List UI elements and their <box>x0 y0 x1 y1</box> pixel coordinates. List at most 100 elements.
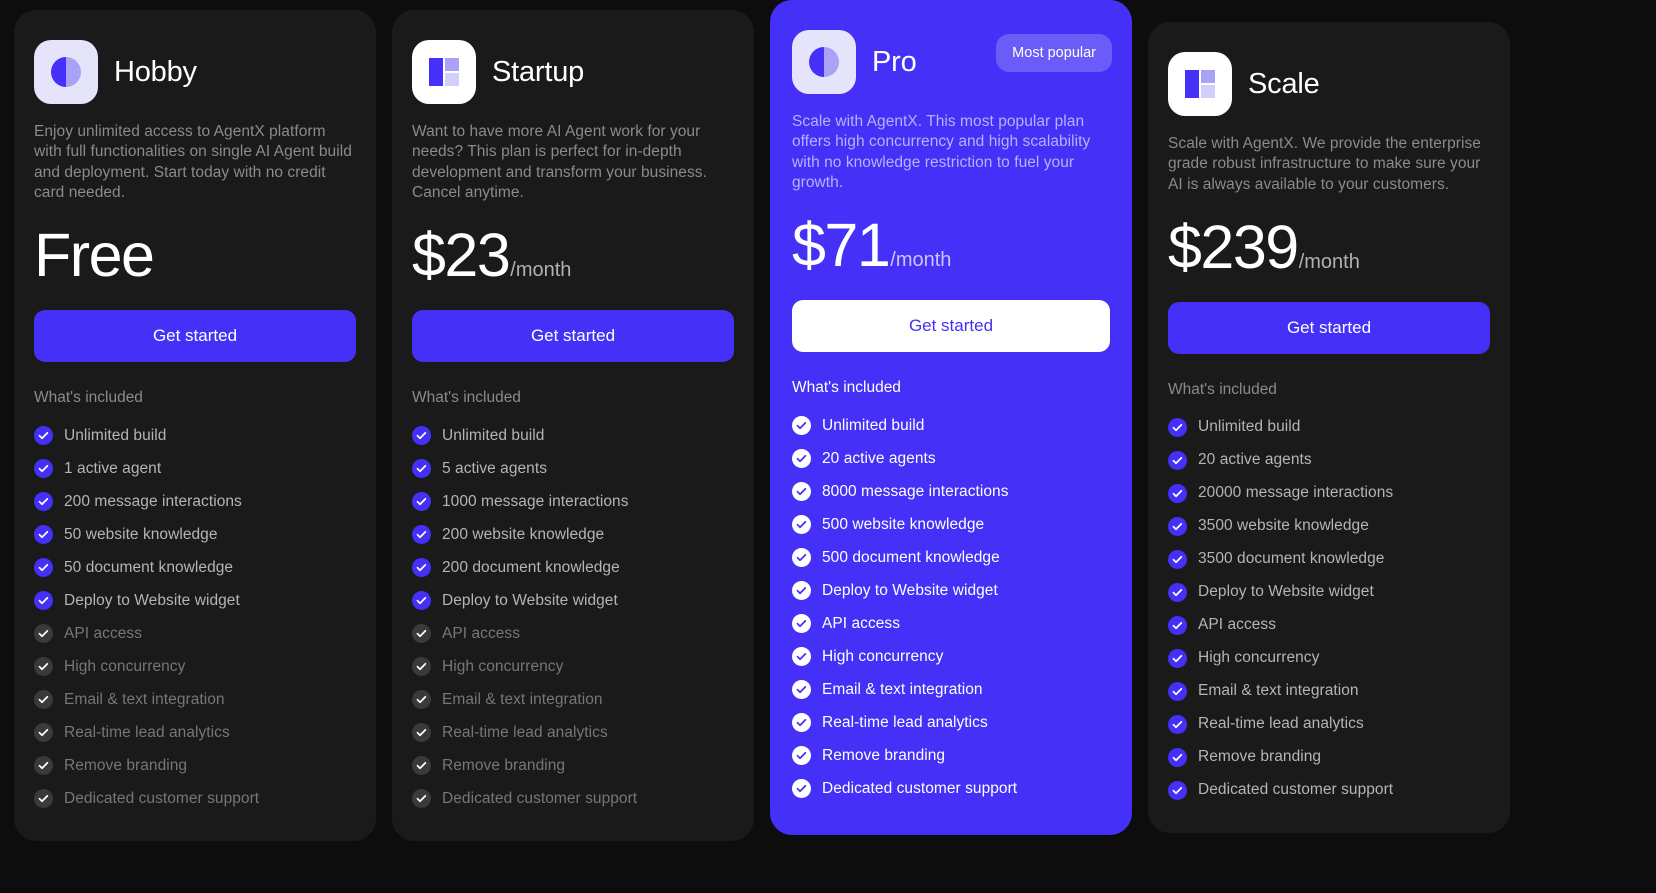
feature-item: 200 document knowledge <box>412 551 734 584</box>
plan-header: Startup <box>412 40 734 104</box>
feature-item: 20 active agents <box>792 442 1110 475</box>
feature-item: High concurrency <box>792 640 1110 673</box>
feature-label: Dedicated customer support <box>1198 781 1394 799</box>
check-disabled-icon <box>412 690 431 710</box>
feature-label: 1000 message interactions <box>442 492 629 510</box>
feature-label: Remove branding <box>64 756 188 774</box>
feature-label: 5 active agents <box>442 459 548 477</box>
feature-label: Unlimited build <box>442 426 545 444</box>
feature-item: API access <box>412 617 734 650</box>
feature-item: Deploy to Website widget <box>412 584 734 617</box>
feature-label: High concurrency <box>442 657 564 675</box>
feature-label: Deploy to Website widget <box>822 581 998 599</box>
get-started-button-hobby[interactable]: Get started <box>34 310 356 363</box>
check-icon <box>792 779 811 799</box>
feature-label: Email & text integration <box>64 690 225 708</box>
check-icon <box>1168 780 1187 800</box>
feature-label: Unlimited build <box>64 426 167 444</box>
get-started-button-scale[interactable]: Get started <box>1168 301 1490 354</box>
plan-name: Startup <box>492 55 585 88</box>
plan-name: Pro <box>872 45 917 78</box>
check-icon <box>34 459 53 479</box>
get-started-button-startup[interactable]: Get started <box>412 310 734 363</box>
feature-label: 500 website knowledge <box>822 515 985 533</box>
plan-price: $71/month <box>792 215 1110 276</box>
feature-item: API access <box>34 617 356 650</box>
pricing-card-hobby: Hobby Enjoy unlimited access to AgentX pl… <box>14 10 376 842</box>
feature-label: Dedicated customer support <box>64 789 260 807</box>
plan-price: $23/month <box>412 225 734 286</box>
feature-item: 50 website knowledge <box>34 518 356 551</box>
check-disabled-icon <box>34 657 53 677</box>
price-amount: $23 <box>412 221 511 290</box>
feature-item: Real-time lead analytics <box>792 706 1110 739</box>
plan-description: Enjoy unlimited access to AgentX platfor… <box>34 123 352 201</box>
feature-label: Dedicated customer support <box>442 789 638 807</box>
feature-item: Dedicated customer support <box>1168 774 1490 807</box>
whats-included-label: What's included <box>1168 380 1277 398</box>
feature-item: Remove branding <box>412 749 734 782</box>
feature-item: Deploy to Website widget <box>1168 576 1490 609</box>
plan-description: Scale with AgentX. We provide the enterp… <box>1168 135 1481 193</box>
price-period: /month <box>1298 250 1360 273</box>
feature-item: 3500 document knowledge <box>1168 543 1490 576</box>
check-disabled-icon <box>412 789 431 809</box>
feature-item: Dedicated customer support <box>412 782 734 815</box>
feature-label: High concurrency <box>822 647 944 665</box>
check-icon <box>412 591 431 611</box>
feature-label: 200 website knowledge <box>442 525 605 543</box>
check-icon <box>412 492 431 512</box>
feature-item: Deploy to Website widget <box>792 574 1110 607</box>
feature-label: 50 website knowledge <box>64 525 218 543</box>
feature-item: Email & text integration <box>792 673 1110 706</box>
check-icon <box>34 426 53 446</box>
feature-item: Unlimited build <box>792 409 1110 442</box>
feature-item: 50 document knowledge <box>34 551 356 584</box>
check-icon <box>792 449 811 469</box>
feature-item: 200 message interactions <box>34 485 356 518</box>
feature-label: Deploy to Website widget <box>442 591 618 609</box>
feature-label: Email & text integration <box>442 690 603 708</box>
feature-item: Email & text integration <box>412 683 734 716</box>
check-icon <box>1168 549 1187 569</box>
pricing-plans-grid: Hobby Enjoy unlimited access to AgentX pl… <box>0 0 1656 893</box>
check-icon <box>34 558 53 578</box>
plan-name: Hobby <box>114 55 197 88</box>
check-icon <box>792 614 811 634</box>
check-icon <box>1168 714 1187 734</box>
check-disabled-icon <box>34 756 53 776</box>
check-icon <box>412 525 431 545</box>
feature-item: Remove branding <box>1168 741 1490 774</box>
feature-label: API access <box>442 624 521 642</box>
get-started-button-pro[interactable]: Get started <box>792 300 1110 353</box>
feature-item: High concurrency <box>1168 642 1490 675</box>
split-circle-icon <box>792 30 856 94</box>
feature-label: High concurrency <box>1198 649 1320 667</box>
plan-header: Hobby <box>34 40 356 104</box>
feature-item: Email & text integration <box>1168 675 1490 708</box>
feature-item: Dedicated customer support <box>34 782 356 815</box>
feature-label: 1 active agent <box>64 459 162 477</box>
feature-item: 5 active agents <box>412 452 734 485</box>
check-icon <box>1168 417 1187 437</box>
feature-item: Dedicated customer support <box>792 772 1110 805</box>
feature-label: 8000 message interactions <box>822 482 1009 500</box>
plan-header: Pro Most popular <box>792 30 1112 94</box>
feature-label: 200 message interactions <box>64 492 242 510</box>
feature-label: 3500 website knowledge <box>1198 517 1369 535</box>
feature-label: Email & text integration <box>822 680 983 698</box>
plan-description: Scale with AgentX. This most popular pla… <box>792 113 1091 191</box>
feature-item: Unlimited build <box>412 419 734 452</box>
feature-label: Unlimited build <box>822 416 925 434</box>
feature-label: 200 document knowledge <box>442 558 620 576</box>
feature-list: Unlimited build 5 active agents 1000 messa… <box>412 419 734 815</box>
feature-label: 50 document knowledge <box>64 558 234 576</box>
feature-item: API access <box>792 607 1110 640</box>
feature-label: High concurrency <box>64 657 186 675</box>
check-icon <box>1168 582 1187 602</box>
feature-item: 1000 message interactions <box>412 485 734 518</box>
feature-item: 3500 website knowledge <box>1168 510 1490 543</box>
most-popular-badge: Most popular <box>996 34 1112 72</box>
whats-included-label: What's included <box>792 379 901 397</box>
check-disabled-icon <box>34 624 53 644</box>
